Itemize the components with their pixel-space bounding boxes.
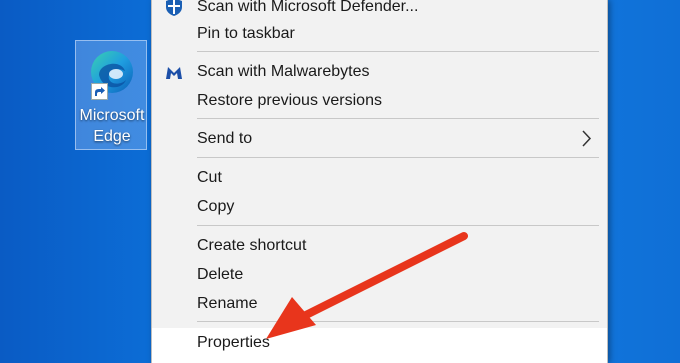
menu-separator [197,321,599,322]
menu-item-pin-to-taskbar[interactable]: Pin to taskbar [152,19,607,48]
menu-separator [197,51,599,52]
menu-item-rename[interactable]: Rename [152,289,607,318]
menu-item-send-to[interactable]: Send to [152,124,607,153]
menu-separator [197,118,599,119]
menu-item-scan-defender[interactable]: Scan with Microsoft Defender... [152,0,607,21]
menu-item-restore-previous-versions[interactable]: Restore previous versions [152,86,607,115]
menu-separator [197,225,599,226]
desktop-icon-label: Microsoft Edge [79,107,145,145]
menu-item-copy[interactable]: Copy [152,192,607,221]
menu-item-cut[interactable]: Cut [152,163,607,192]
menu-item-delete[interactable]: Delete [152,260,607,289]
context-menu: Scan with Microsoft Defender... Pin to t… [151,0,608,363]
malwarebytes-icon [166,67,182,79]
chevron-right-icon [582,130,592,147]
desktop-icon-microsoft-edge[interactable]: Microsoft Edge [75,40,147,150]
menu-item-scan-malwarebytes[interactable]: Scan with Malwarebytes [152,57,607,86]
menu-separator [197,157,599,158]
menu-item-create-shortcut[interactable]: Create shortcut [152,231,607,260]
shortcut-overlay-icon [91,83,108,100]
menu-item-properties[interactable]: Properties [152,328,607,363]
defender-shield-icon [166,0,182,16]
